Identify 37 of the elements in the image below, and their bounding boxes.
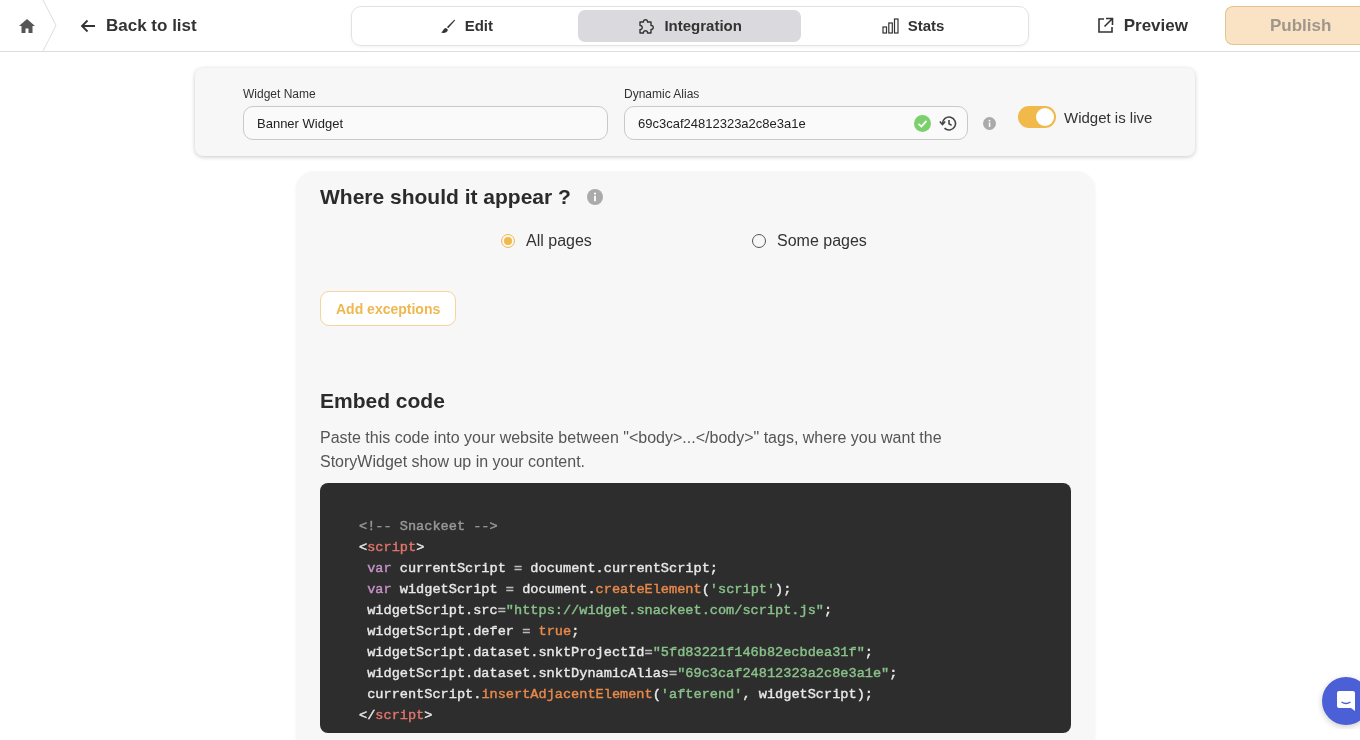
radio-option[interactable]: Some pages [752, 232, 1003, 250]
dynamic-alias-field[interactable]: 69c3caf24812323a2c8e3a1e [624, 106, 968, 140]
radio-option[interactable]: All pages [501, 232, 752, 250]
field-label: Widget Name [243, 87, 317, 101]
code-line: widgetScript.defer = true; [366, 623, 580, 641]
code-line: var widgetScript = document.createElement('script'); [366, 581, 792, 599]
code-line: widgetScript.src="https://widget.snackeet.com/script.js"; [366, 602, 833, 620]
bar-chart-icon [881, 17, 899, 34]
external-link-icon [1096, 17, 1114, 34]
section-title: Embed code [320, 389, 446, 413]
live-toggle[interactable]: Widget is live [1018, 106, 1153, 128]
back-link[interactable]: Back to list [80, 11, 197, 40]
history-icon [939, 114, 957, 132]
home-icon [18, 17, 36, 34]
code-line: <script> [359, 539, 425, 557]
info-icon [586, 189, 603, 205]
tab[interactable]: Stats [801, 9, 1025, 42]
code-line: var currentScript = document.currentScript; [366, 560, 718, 578]
info-icon [983, 117, 996, 130]
arrow-left-icon [80, 18, 96, 33]
section-title: Where should it appear ? [320, 185, 571, 209]
puzzle-icon [637, 16, 656, 35]
preview-button[interactable]: Preview [1096, 11, 1188, 40]
code-line: currentScript.insertAdjacentElement('afterend', widgetScript); [366, 686, 873, 704]
code-line: </script> [359, 707, 433, 725]
brush-icon [439, 17, 456, 34]
code-line: widgetScript.dataset.snktDynamicAlias="69c3caf24812323a2c8e3a1e"; [366, 665, 898, 683]
description-text: Paste this code into your website between "<body>...</body>" tags, where you want the StoryWidget show up in your content. [320, 428, 943, 472]
code-line: widgetScript.dataset.snktProjectId="5fd83221f146b82ecbdea31f"; [366, 644, 873, 662]
tab[interactable]: Integration [578, 9, 802, 42]
widget-name-field[interactable]: Banner Widget [243, 106, 608, 140]
code-line: <!-- Snackeet --> [359, 518, 498, 536]
toggle-switch[interactable] [1018, 106, 1056, 128]
field-label: Dynamic Alias [624, 87, 701, 101]
tab[interactable]: Edit [354, 9, 579, 42]
chat-button[interactable] [1322, 677, 1360, 725]
chat-icon [1336, 690, 1356, 712]
